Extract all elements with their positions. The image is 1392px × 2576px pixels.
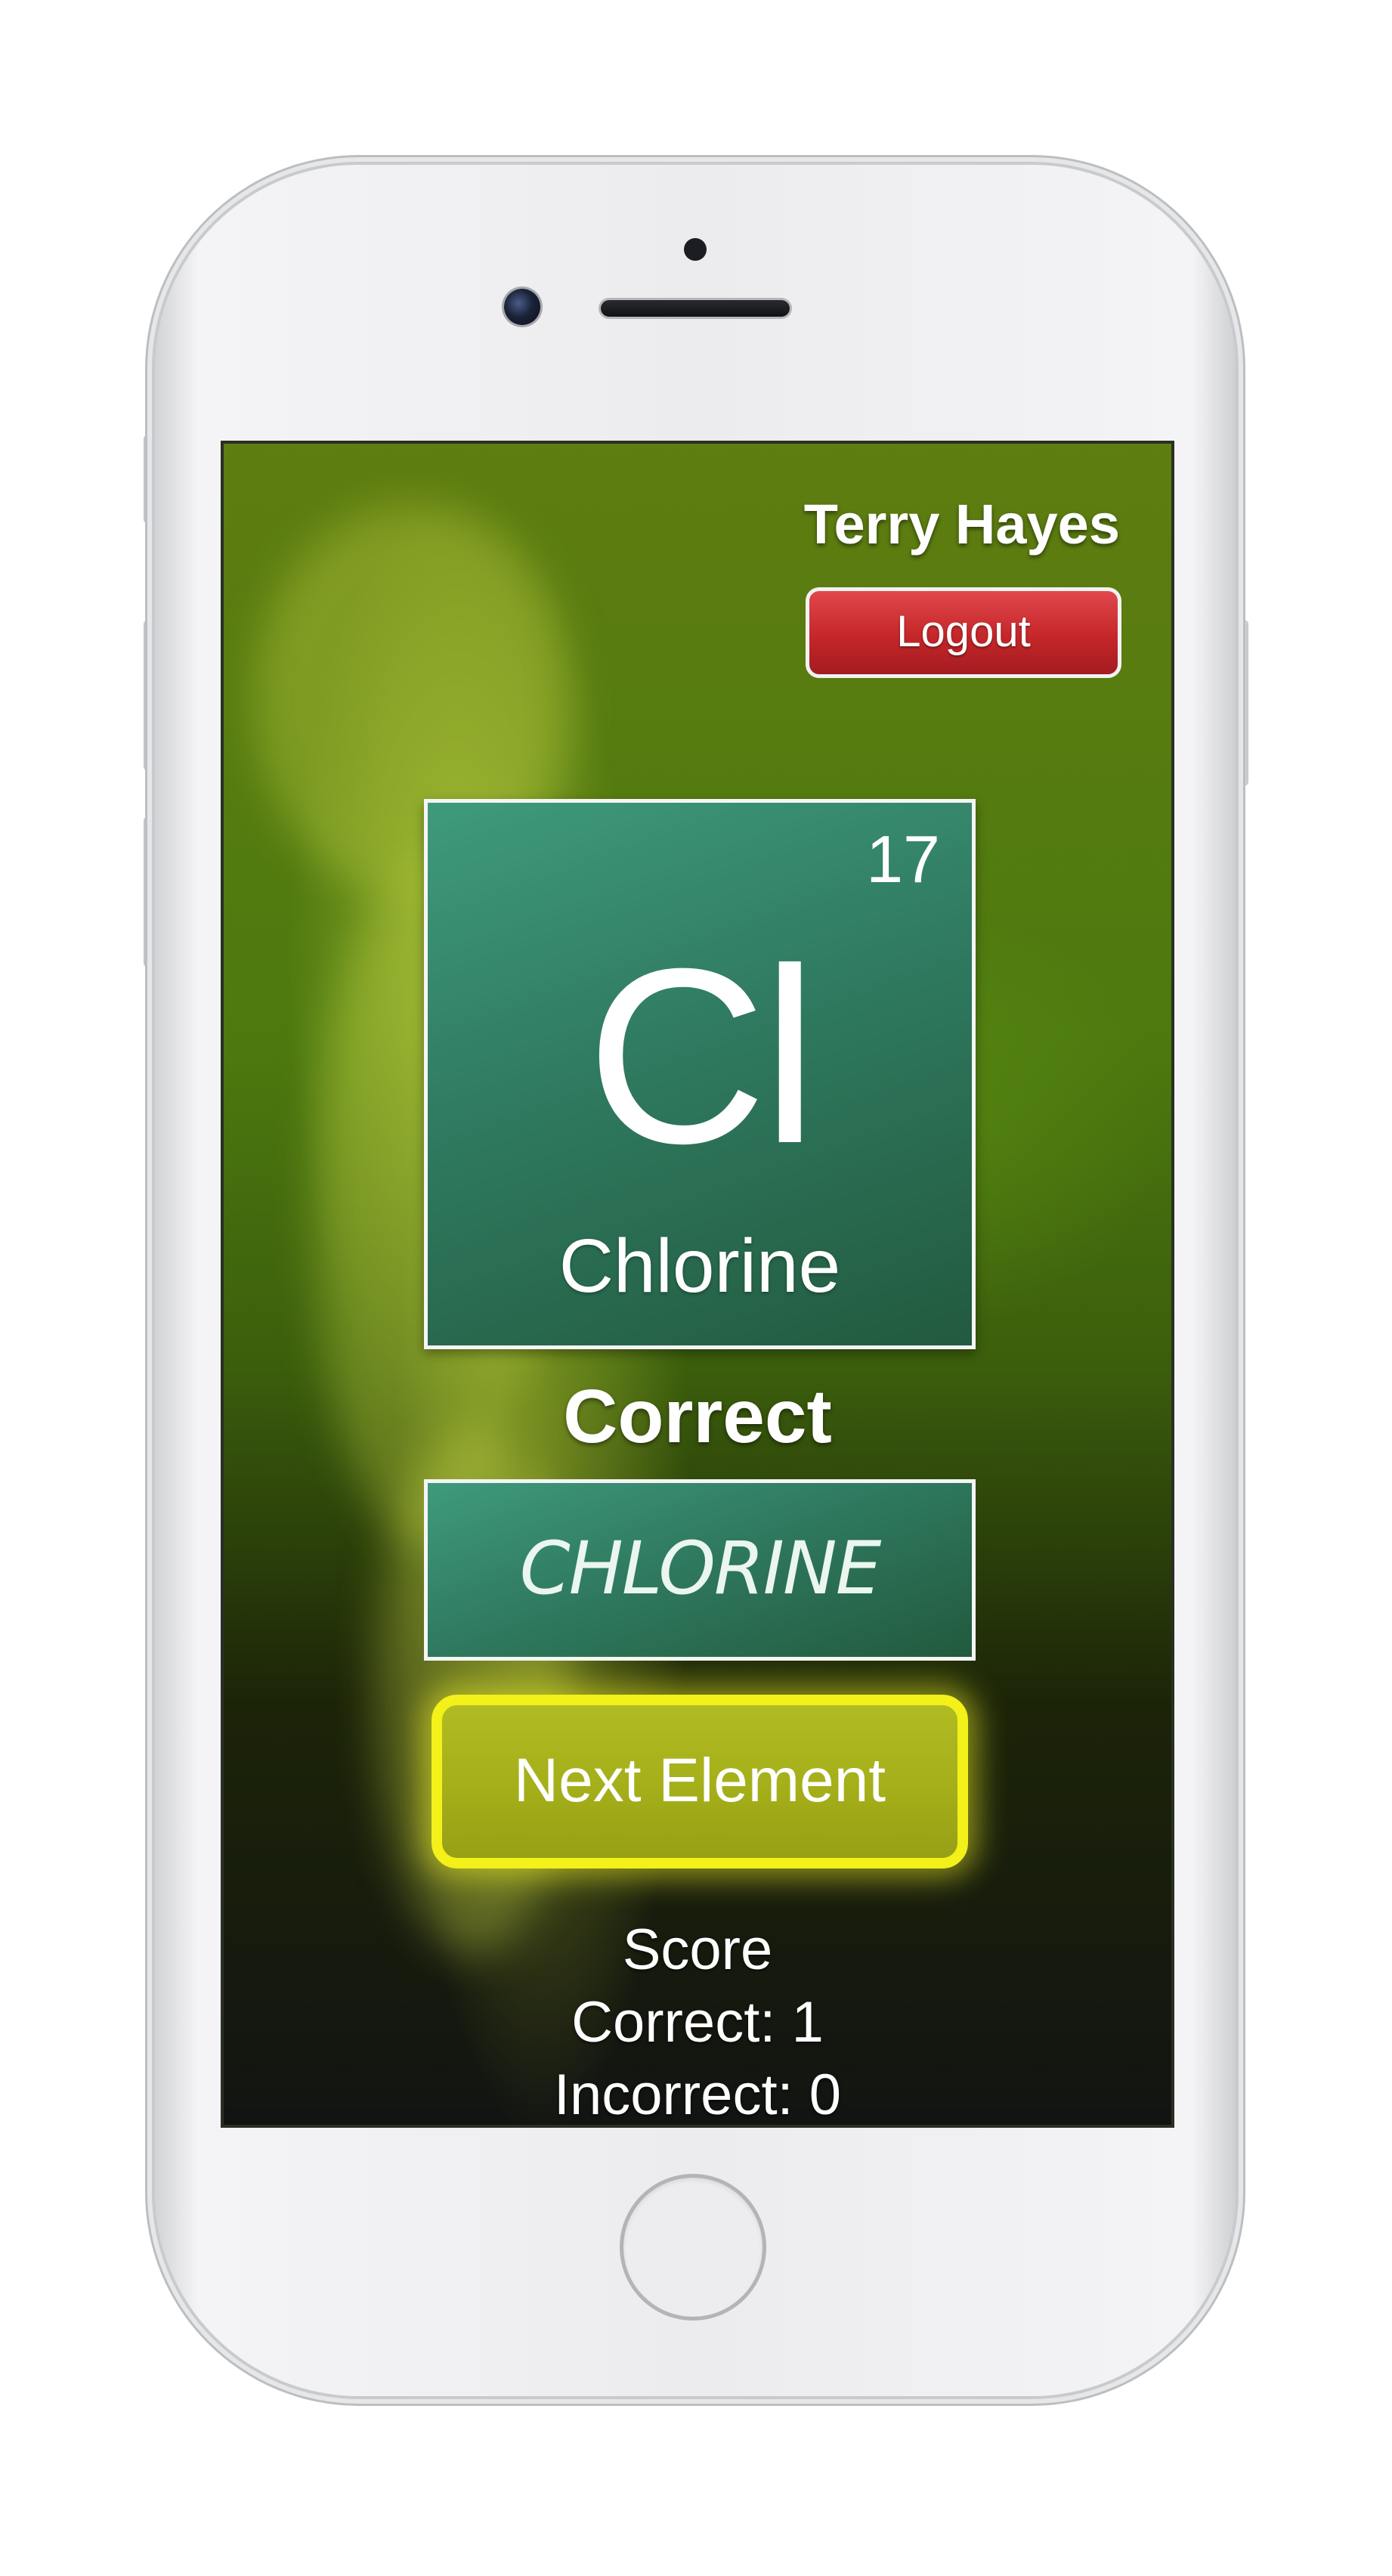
atomic-number: 17 — [866, 822, 940, 896]
element-name: Chlorine — [558, 1224, 841, 1308]
front-camera-icon — [504, 289, 540, 325]
score-correct-value: 1 — [791, 1990, 824, 2054]
logout-button[interactable]: Logout — [806, 587, 1121, 678]
app-screen: Terry Hayes Logout 17 Cl Chlorine Correc… — [221, 441, 1174, 2128]
next-element-button[interactable]: Next Element — [432, 1695, 968, 1869]
score-correct: Correct: 1 — [224, 1986, 1171, 2059]
score-panel: Score Correct: 1 Incorrect: 0 — [224, 1914, 1171, 2127]
earpiece-speaker — [601, 300, 790, 317]
power-button — [1235, 620, 1248, 786]
score-title: Score — [622, 1918, 773, 1982]
score-incorrect-value: 0 — [809, 2063, 842, 2127]
element-tile: 17 Cl Chlorine — [424, 799, 976, 1349]
result-label: Correct — [563, 1374, 832, 1459]
answer-box: CHLORINE — [424, 1479, 976, 1661]
device-mockup: Terry Hayes Logout 17 Cl Chlorine Correc… — [0, 0, 1392, 2576]
home-button[interactable] — [623, 2178, 763, 2317]
score-correct-label: Correct: — [571, 1990, 776, 2054]
score-incorrect-label: Incorrect: — [553, 2063, 793, 2127]
element-symbol: Cl — [586, 916, 818, 1195]
score-incorrect: Incorrect: 0 — [224, 2059, 1171, 2127]
user-name: Terry Hayes — [803, 493, 1120, 556]
proximity-sensor — [684, 238, 707, 261]
